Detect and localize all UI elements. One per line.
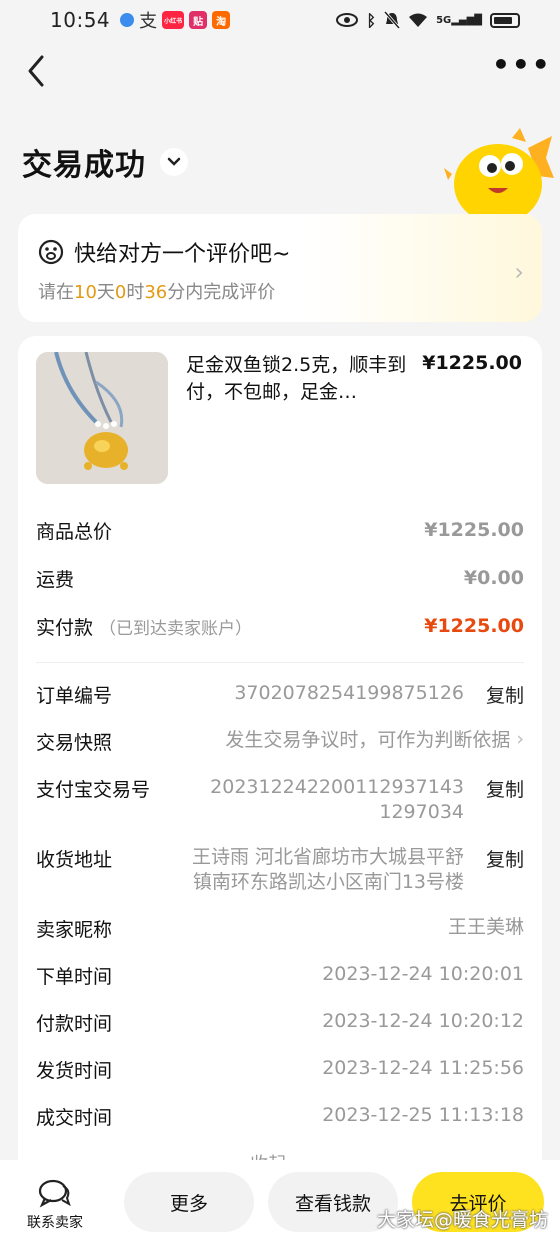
shipping-value: ¥0.00 [463,567,524,589]
order-detail-card: 足金双鱼锁2.5克，顺丰到付，不包邮，足金… ¥1225.00 商品总价 ¥12… [18,336,542,1186]
title-row: 交易成功 [22,140,188,184]
status-time: 10:54 [50,8,111,32]
product-item[interactable]: 足金双鱼锁2.5克，顺丰到付，不包邮，足金… ¥1225.00 [36,336,524,486]
review-prompt-title: 快给对方一个评价吧~ [74,242,291,267]
order-number-value: 3702078254199875126 [234,682,464,704]
review-deadline: 请在10天0时36分内完成评价 [38,282,276,303]
seller-value: 王王美琳 [447,916,524,938]
status-app-icons: 支 小红书 贴 淘 [120,7,231,33]
shipping-label: 运费 [36,568,75,591]
more-dots-icon: ••• [492,48,552,81]
snapshot-value: 发生交易争议时，可作为判断依据 [225,729,511,751]
copy-order-number-button[interactable]: 复制 [482,681,524,708]
mute-bell-icon [384,11,401,29]
total-price-label: 商品总价 [36,520,113,543]
status-bar: 10:54 支 小红书 贴 淘 ᛒ 5G▂▄▆█ [0,0,560,40]
deal-time-value: 2023-12-25 11:13:18 [322,1104,524,1126]
pay-time-row: 付款时间 2023-12-24 10:20:12 [36,999,524,1046]
status-indicators: ᛒ 5G▂▄▆█ [336,11,520,30]
paid-value: ¥1225.00 [424,615,524,637]
order-number-row: 订单编号 3702078254199875126 复制 [36,671,524,718]
address-value: 王诗雨 河北省廊坊市大城县平舒 镇南环东路凯达小区南门13号楼 [191,846,464,893]
seller-row: 卖家昵称 王王美琳 [36,905,524,952]
chevron-left-icon [28,55,44,87]
smile-face-icon [38,239,64,265]
review-minutes: 36 [144,282,168,303]
product-image[interactable] [36,352,168,484]
review-prompt-card[interactable]: 快给对方一个评价吧~ 请在10天0时36分内完成评价 › [18,214,542,322]
back-button[interactable] [20,49,56,89]
eye-icon [336,13,359,27]
address-row: 收货地址 王诗雨 河北省廊坊市大城县平舒 镇南环东路凯达小区南门13号楼 复制 [36,835,524,905]
paid-label: 实付款 [36,616,94,639]
paid-row: 实付款 （已到达卖家账户） ¥1225.00 [36,602,524,650]
bluetooth-icon: ᛒ [366,10,377,30]
review-days: 10 [74,282,97,303]
pay-time-value: 2023-12-24 10:20:12 [322,1010,524,1032]
status-dropdown-button[interactable] [160,148,188,176]
ship-time-label: 发货时间 [36,1060,113,1082]
order-time-value: 2023-12-24 10:20:01 [322,963,524,985]
contact-seller-label: 联系卖家 [27,1215,83,1231]
deal-time-label: 成交时间 [36,1107,113,1129]
gold-pendant-image [36,352,168,484]
ship-time-value: 2023-12-24 11:25:56 [322,1057,524,1079]
tieba-icon: 贴 [189,11,208,29]
bottom-action-bar: 联系卖家 更多 查看钱款 去评价 大家坛@暖食光膏坊 [0,1160,560,1244]
order-time-label: 下单时间 [36,966,113,988]
snapshot-row[interactable]: 交易快照 发生交易争议时，可作为判断依据 › [36,718,524,765]
total-price-value: ¥1225.00 [424,519,524,541]
deal-time-row: 成交时间 2023-12-25 11:13:18 [36,1093,524,1140]
more-options-button[interactable]: ••• [492,51,550,85]
contact-seller-button[interactable]: 联系卖家 [20,1178,90,1232]
alipay-icon: 支 [139,11,158,32]
chevron-down-icon [167,157,181,166]
xiaohongshu-icon: 小红书 [162,11,185,29]
pay-time-label: 付款时间 [36,1013,113,1035]
page-title: 交易成功 [22,148,146,183]
ship-time-row: 发货时间 2023-12-24 11:25:56 [36,1046,524,1093]
wifi-icon [409,13,428,27]
product-title: 足金双鱼锁2.5克，顺丰到付，不包邮，足金… [186,354,407,403]
alipay-number-value: 20231224220011293714​3 1297034 [210,776,464,823]
mascot-fish-icon [444,128,554,220]
nav-bar: ••• [0,45,560,95]
taobao-icon: 淘 [212,11,231,29]
divider [36,662,524,663]
more-button[interactable]: 更多 [124,1172,254,1232]
review-hours: 0 [114,282,127,303]
total-price-row: 商品总价 ¥1225.00 [36,506,524,554]
seller-label: 卖家昵称 [36,919,113,941]
copy-address-button[interactable]: 复制 [482,845,524,895]
product-price: ¥1225.00 [422,352,522,374]
chevron-right-icon: › [514,258,524,286]
shipping-row: 运费 ¥0.00 [36,554,524,602]
signal-icon: 5G▂▄▆█ [436,14,482,26]
chevron-right-icon: › [516,728,524,750]
order-number-label: 订单编号 [36,685,113,707]
alipay-number-label: 支付宝交易号 [36,779,151,801]
shield-icon [120,13,135,27]
address-label: 收货地址 [36,849,113,871]
snapshot-label: 交易快照 [36,732,113,754]
paid-note: （已到达卖家账户） [99,618,253,639]
order-time-row: 下单时间 2023-12-24 10:20:01 [36,952,524,999]
battery-icon [490,12,520,28]
chat-bubble-icon [38,1179,71,1208]
alipay-number-row: 支付宝交易号 20231224220011293714​3 1297034 复制 [36,765,524,835]
review-prompt-title-row: 快给对方一个评价吧~ [38,236,522,268]
watermark: 大家坛@暖食光膏坊 [376,1209,548,1231]
copy-alipay-number-button[interactable]: 复制 [482,775,524,825]
